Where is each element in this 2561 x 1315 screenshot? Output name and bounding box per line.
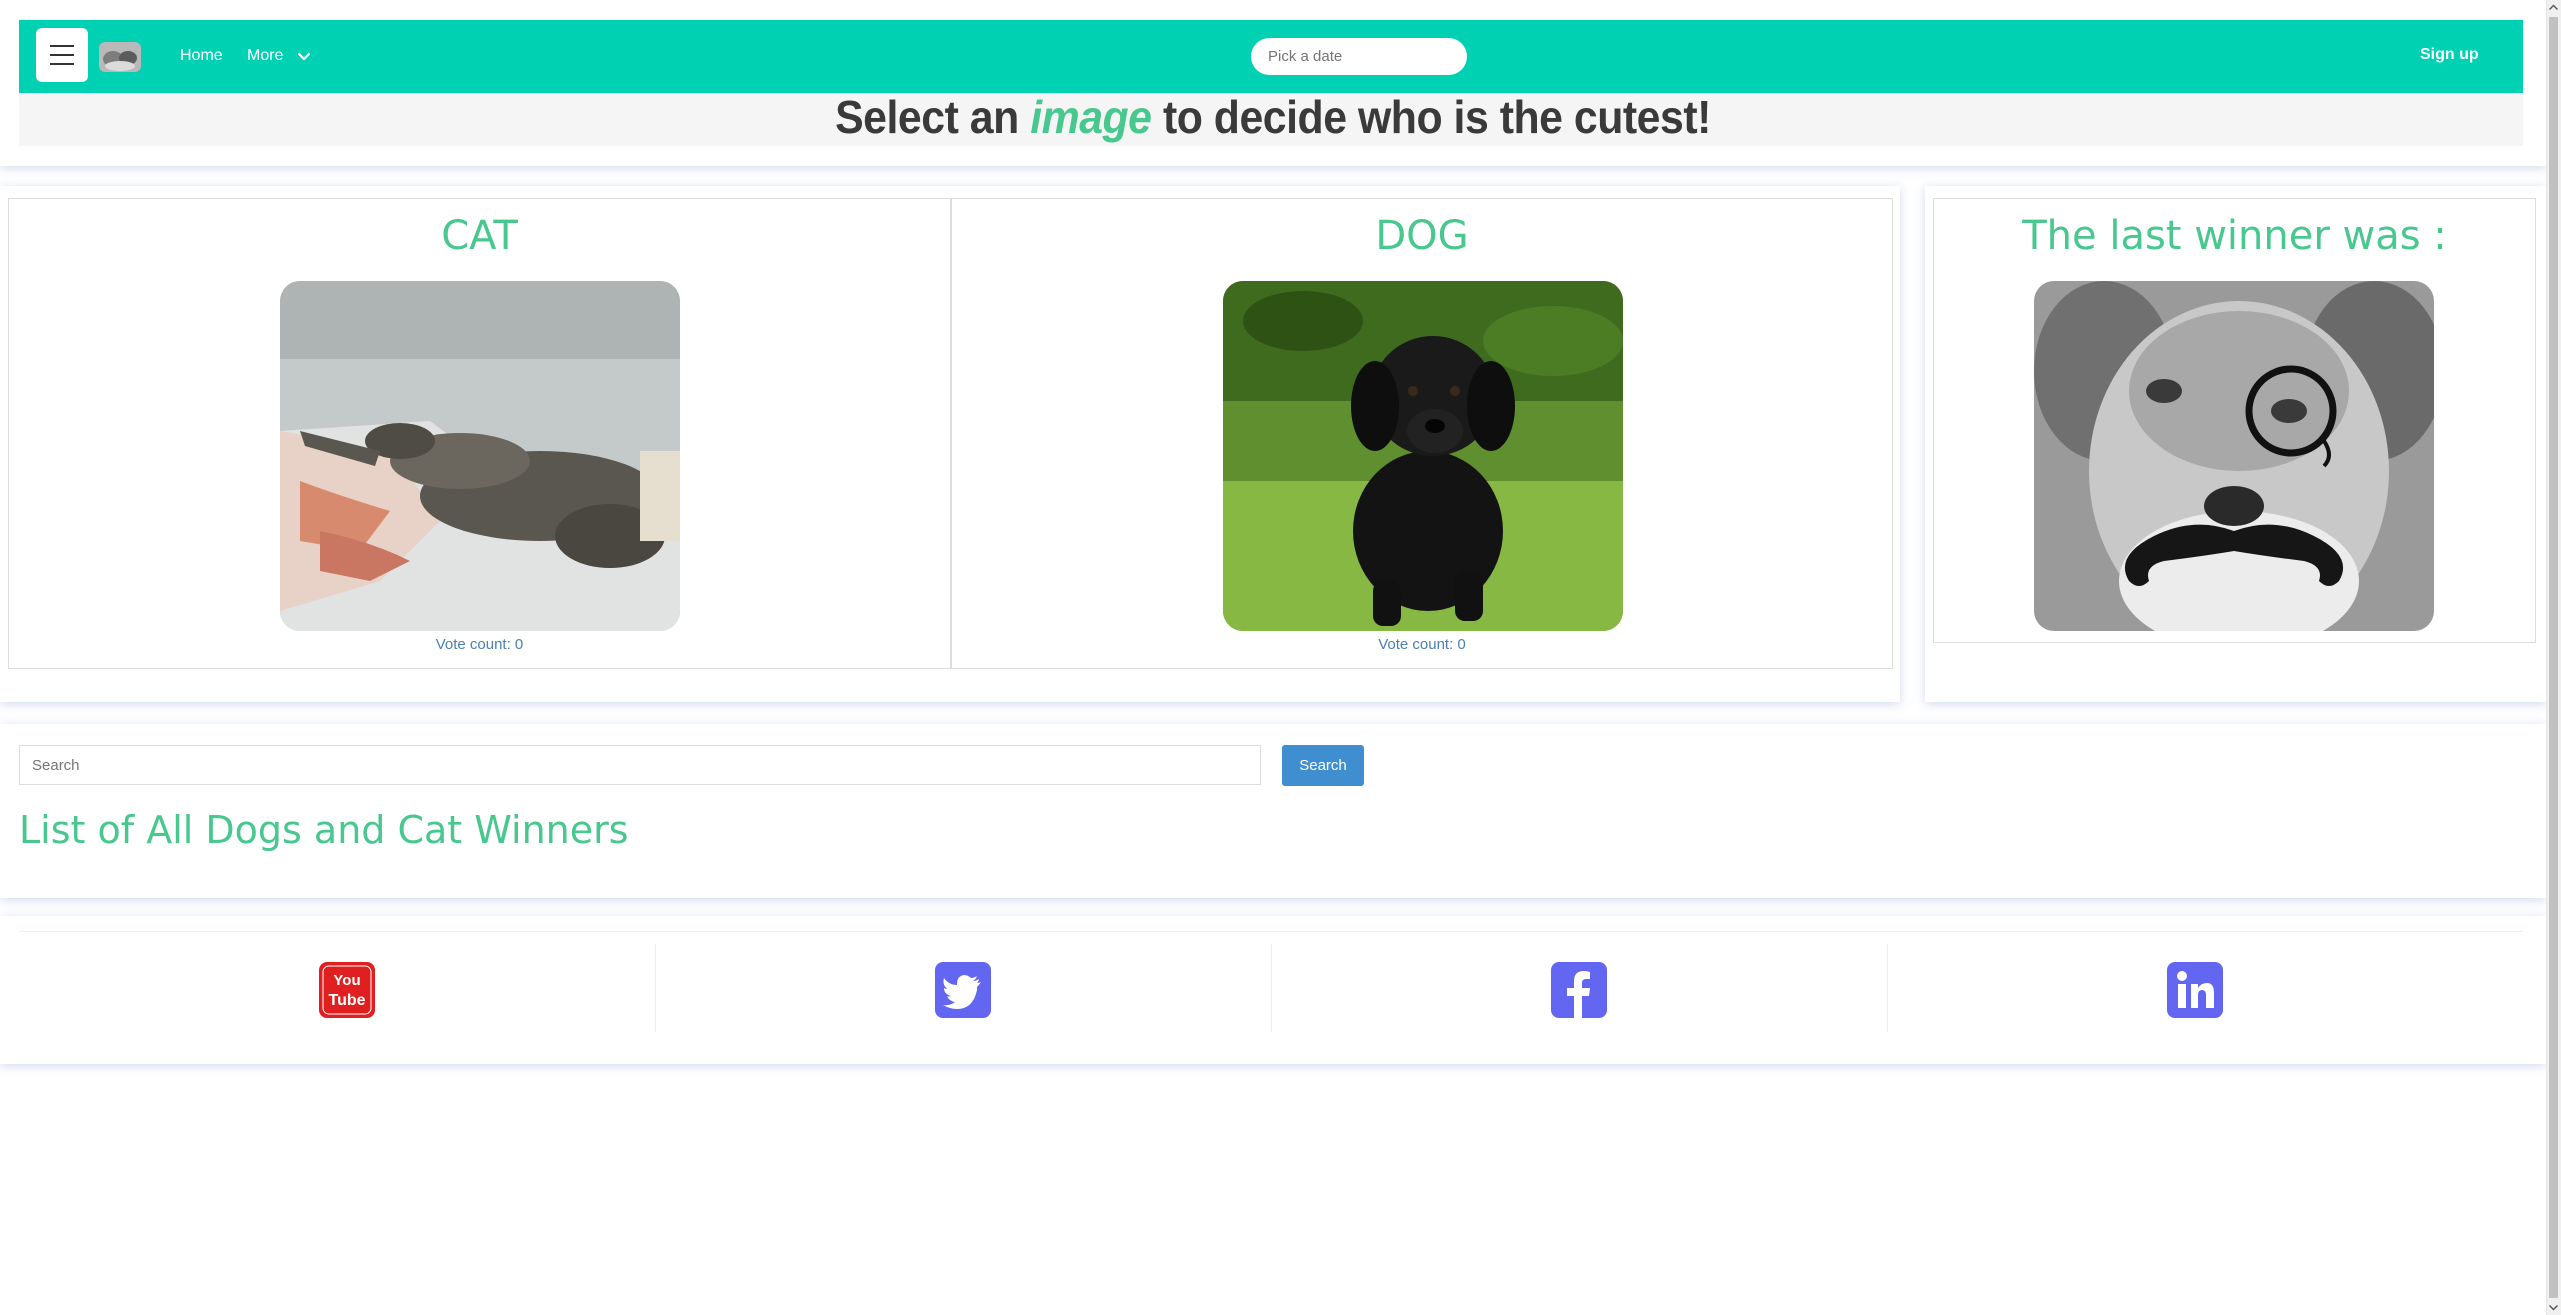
winner-image — [2034, 281, 2434, 631]
dog-vote-panel: DOG Vote count: 0 — [951, 198, 1893, 669]
menu-icon-bar — [50, 54, 74, 56]
search-input[interactable] — [19, 745, 1261, 785]
cat-title: CAT — [441, 213, 518, 259]
headline-before: Select an — [835, 91, 1019, 143]
site-logo[interactable] — [99, 42, 141, 72]
headline-after: to decide who is the cutest! — [1162, 91, 1711, 143]
social-divider-line — [19, 931, 2523, 932]
social-divider — [655, 944, 656, 1032]
scroll-up-icon[interactable] — [2546, 0, 2561, 15]
social-divider — [1887, 944, 1888, 1032]
headline-emphasis: image — [1030, 91, 1152, 143]
twitter-icon[interactable] — [935, 962, 991, 1018]
date-picker-input[interactable] — [1251, 38, 1467, 75]
cat-logo-icon — [99, 42, 141, 72]
winner-panel: The last winner was : — [1933, 198, 2536, 643]
nav-more-dropdown[interactable]: More — [247, 47, 283, 65]
scroll-down-icon[interactable] — [2546, 1300, 2561, 1315]
social-footer — [0, 916, 2546, 1064]
page-headline: Select an image to decide who is the cut… — [89, 90, 2457, 144]
menu-icon — [50, 45, 74, 47]
winners-list-title: List of All Dogs and Cat Winners — [19, 808, 629, 852]
chevron-down-icon[interactable] — [297, 50, 311, 64]
facebook-icon[interactable] — [1551, 962, 1607, 1018]
linkedin-icon[interactable] — [2167, 962, 2223, 1018]
youtube-icon[interactable]: You Tube — [319, 962, 375, 1018]
cat-vote-panel: CAT Vote count: 0 — [8, 198, 951, 669]
cat-vote-count: Vote count: 0 — [435, 636, 524, 653]
hamburger-menu-button[interactable] — [36, 28, 88, 82]
social-divider — [1271, 944, 1272, 1032]
winner-title: The last winner was : — [2022, 213, 2447, 259]
dog-image[interactable] — [1223, 281, 1623, 631]
youtube-label-top: You — [333, 972, 360, 989]
dog-vote-count: Vote count: 0 — [1378, 636, 1466, 653]
nav-home-link[interactable]: Home — [180, 47, 223, 65]
youtube-label-bottom: Tube — [328, 992, 365, 1009]
signup-link[interactable]: Sign up — [2420, 46, 2479, 64]
search-button[interactable]: Search — [1282, 745, 1364, 786]
menu-icon-bar — [50, 63, 74, 65]
dog-title: DOG — [1375, 213, 1469, 259]
scrollbar-thumb[interactable] — [2549, 17, 2558, 1298]
cat-image[interactable] — [280, 281, 680, 631]
